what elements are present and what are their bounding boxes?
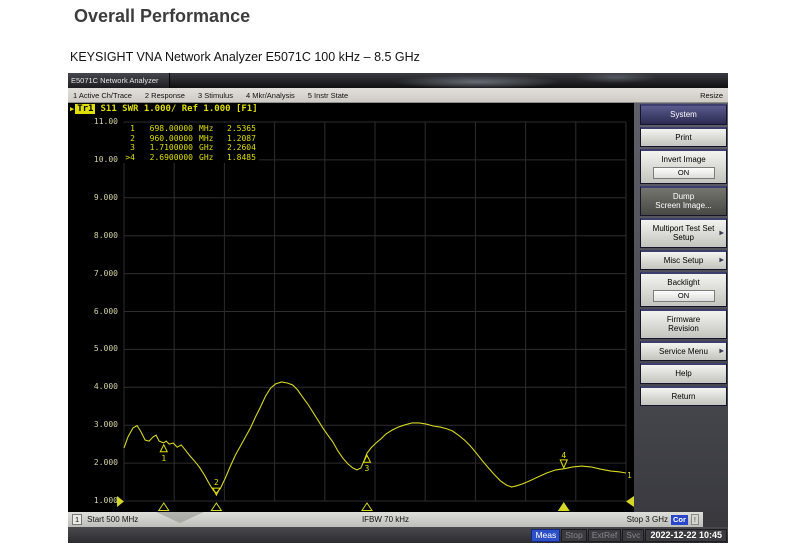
softkey-sidebar: SystemPrintInvert ImageONDumpScreen Imag…	[634, 103, 728, 512]
y-axis-tick-label: 11.00	[68, 117, 118, 127]
instrument-status-bar: MeasStopExtRefSvc 2022-12-22 10:45	[68, 527, 728, 543]
marker-table-row: 2960.00000MHz1.2087	[121, 134, 256, 144]
trace-format-label: S11 SWR 1.000/ Ref 1.000 [F1]	[100, 104, 257, 114]
softkey-print[interactable]: Print	[640, 127, 727, 148]
status-stop: Stop	[561, 529, 587, 542]
datetime-label: 2022-12-22 10:45	[645, 529, 727, 542]
softkey-misc-setup[interactable]: Misc Setup▶	[640, 250, 727, 271]
y-axis-tick-label: 2.000	[68, 458, 118, 468]
submenu-arrow-icon: ▶	[719, 230, 724, 237]
menu-bar: 1 Active Ch/Trace 2 Response 3 Stimulus 4 M…	[68, 88, 728, 103]
svg-text:3: 3	[365, 464, 370, 473]
status-svc: Svc	[622, 529, 644, 542]
softkey-firmware-revision[interactable]: FirmwareRevision	[640, 309, 727, 339]
instrument-screen: 1 2 3 4 1 ▶ Tr1 S11 SWR 1.000/ Ref 1.000 [F1…	[68, 103, 634, 512]
correction-badge: Cor	[671, 515, 688, 525]
y-axis-tick-label: 6.000	[68, 307, 118, 317]
y-axis-tick-label: 5.000	[68, 344, 118, 354]
alert-badge: !	[691, 514, 699, 525]
stop-frequency-label: Stop 3 GHz	[627, 515, 668, 524]
menu-item-4-mkr-analysis[interactable]: 4 Mkr/Analysis	[246, 91, 295, 100]
status-meas: Meas	[531, 529, 560, 542]
softkey-return[interactable]: Return	[640, 386, 727, 407]
sidebar-fill	[703, 512, 728, 527]
softkey-dump-screen-image[interactable]: DumpScreen Image...	[640, 186, 727, 216]
menu-item-5-instr-state[interactable]: 5 Instr State	[308, 91, 348, 100]
y-axis-tick-label: 1.000	[68, 496, 118, 506]
submenu-arrow-icon: ▶	[719, 257, 724, 264]
trace-header[interactable]: ▶ Tr1 S11 SWR 1.000/ Ref 1.000 [F1]	[70, 104, 258, 114]
ifbw-label: IFBW 70 kHz	[68, 515, 703, 524]
marker-table-row: 31.7100000GHz2.2604	[121, 143, 256, 153]
y-axis-tick-label: 3.000	[68, 420, 118, 430]
y-axis-tick-label: 9.000	[68, 193, 118, 203]
window-title: E5071C Network Analyzer	[68, 73, 170, 88]
y-axis-tick-label: 10.00	[68, 155, 118, 165]
svg-text:1: 1	[627, 471, 632, 480]
document-page: Overall Performance KEYSIGHT VNA Network…	[0, 0, 790, 549]
active-trace-indicator-icon: ▶	[70, 105, 74, 113]
status-extref: ExtRef	[588, 529, 622, 542]
status-cells: MeasStopExtRefSvc	[531, 529, 644, 542]
y-axis-tick-label: 4.000	[68, 382, 118, 392]
channel-status-bar: 1 Start 500 MHz IFBW 70 kHz Stop 3 GHz C…	[68, 512, 703, 527]
window-titlebar[interactable]: E5071C Network Analyzer	[68, 73, 728, 88]
menu-item-1-active-ch-trace[interactable]: 1 Active Ch/Trace	[73, 91, 132, 100]
softkey-backlight[interactable]: BacklightON	[640, 272, 727, 307]
page-subtitle: KEYSIGHT VNA Network Analyzer E5071C 100…	[70, 50, 420, 64]
softkey-system[interactable]: System	[640, 104, 727, 125]
toggle-state-label: ON	[653, 167, 715, 179]
softkey-help[interactable]: Help	[640, 363, 727, 384]
menu-item-2-response[interactable]: 2 Response	[145, 91, 185, 100]
marker-table: 1698.00000MHz2.53652960.00000MHz1.208731…	[118, 123, 259, 163]
marker-table-row: 1698.00000MHz2.5365	[121, 124, 256, 134]
softkey-invert-image[interactable]: Invert ImageON	[640, 149, 727, 184]
softkey-multiport-test-set-setup[interactable]: Multiport Test SetSetup▶	[640, 218, 727, 248]
svg-text:4: 4	[561, 451, 566, 460]
vna-analyzer-window: E5071C Network Analyzer 1 Active Ch/Trac…	[68, 73, 728, 543]
svg-text:1: 1	[161, 454, 166, 463]
softkey-service-menu[interactable]: Service Menu▶	[640, 341, 727, 362]
svg-text:2: 2	[214, 478, 219, 487]
swr-trace-plot: 1 2 3 4 1	[68, 103, 634, 512]
trace-tag: Tr1	[75, 104, 95, 114]
menu-item-3-stimulus[interactable]: 3 Stimulus	[198, 91, 233, 100]
y-axis-tick-label: 7.000	[68, 269, 118, 279]
submenu-arrow-icon: ▶	[719, 348, 724, 355]
menu-items: 1 Active Ch/Trace 2 Response 3 Stimulus 4 M…	[73, 91, 348, 100]
marker-table-row: >42.6900000GHz1.8485	[121, 153, 256, 163]
toggle-state-label: ON	[653, 290, 715, 302]
y-axis-tick-label: 8.000	[68, 231, 118, 241]
page-title: Overall Performance	[74, 6, 250, 27]
menu-item-resize[interactable]: Resize	[700, 91, 723, 100]
